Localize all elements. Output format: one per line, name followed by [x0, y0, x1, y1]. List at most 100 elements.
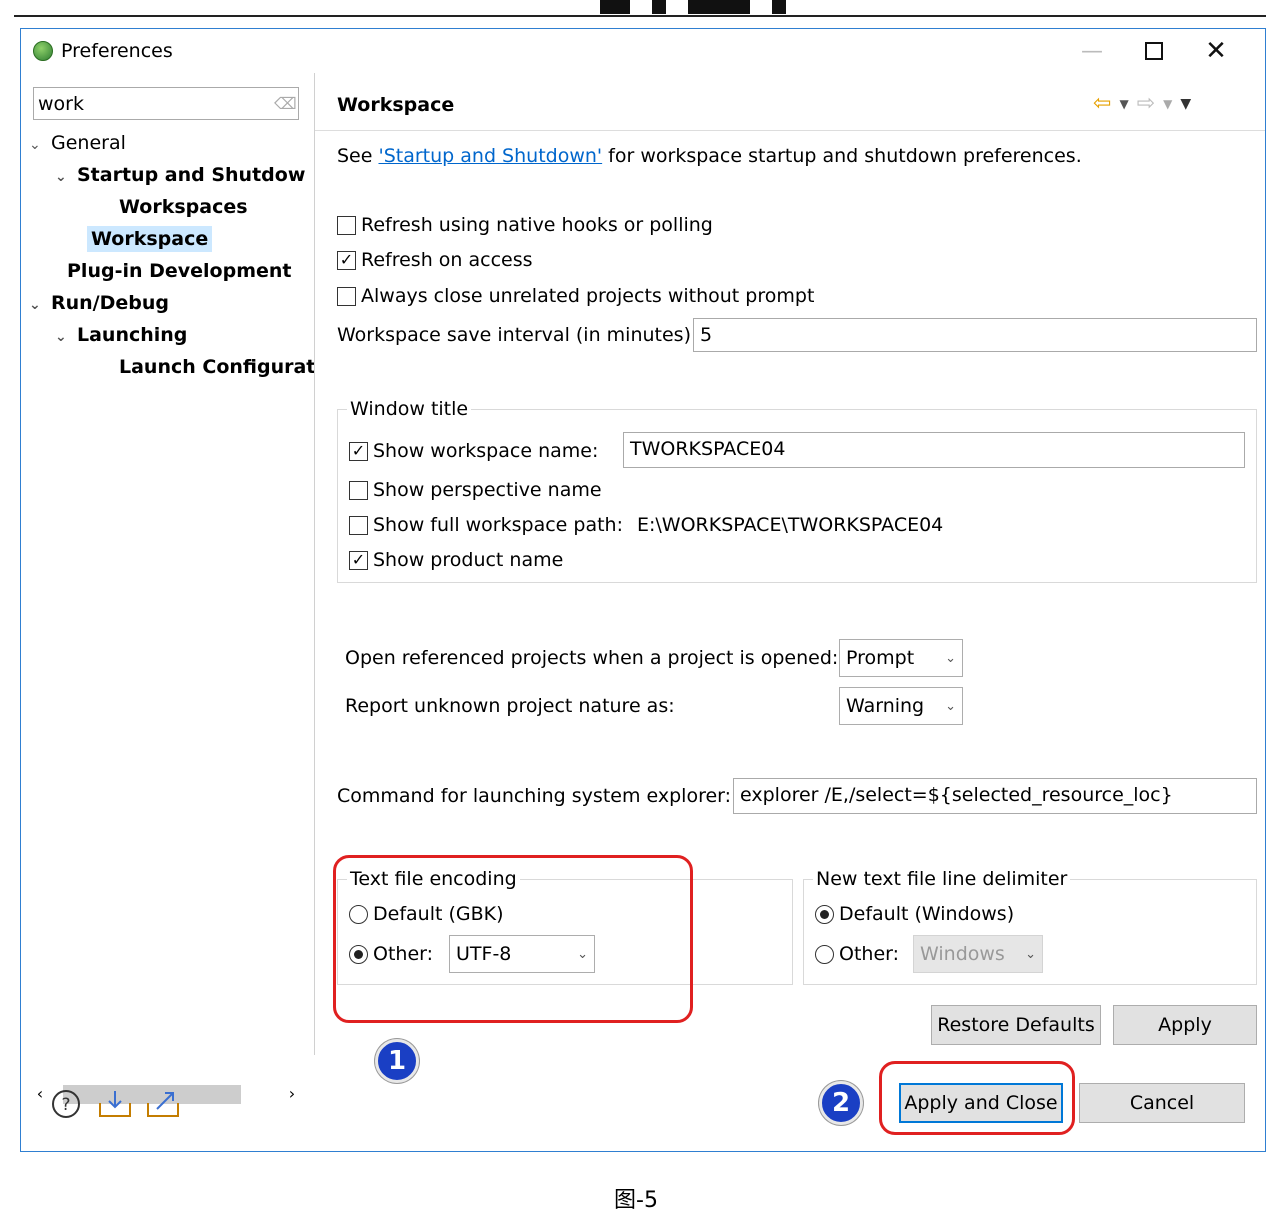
- help-icon[interactable]: ?: [51, 1089, 81, 1119]
- dialog-footer: ? Apply and Close Cancel: [21, 1055, 1265, 1151]
- delimiter-default-radio[interactable]: Default (Windows): [815, 903, 1014, 925]
- chevron-down-icon: ⌄: [945, 650, 956, 666]
- tree-label: Launch Configurat: [119, 356, 316, 378]
- apply-button[interactable]: Apply: [1113, 1005, 1257, 1045]
- workspace-preference-page: Workspace ⇦ ▼ ⇨ ▼ ▼ See 'Startup and Shu…: [315, 73, 1265, 1055]
- checkbox-box[interactable]: [337, 286, 356, 306]
- radio-circle[interactable]: [815, 904, 834, 924]
- checkbox-box[interactable]: [349, 515, 368, 535]
- checkbox-box[interactable]: ✓: [349, 550, 368, 570]
- tree-label: Plug-in Development: [67, 260, 292, 282]
- filter-field[interactable]: ⌫: [33, 87, 299, 120]
- line-delimiter-group-label: New text file line delimiter: [813, 868, 1071, 890]
- show-perspective-checkbox[interactable]: Show perspective name: [349, 479, 602, 501]
- view-menu-icon[interactable]: ▼: [1180, 96, 1191, 112]
- checkbox-box[interactable]: ✓: [337, 250, 356, 270]
- apply-close-highlight: [879, 1061, 1075, 1135]
- checkbox-label: Always close unrelated projects without …: [361, 285, 815, 307]
- select-value: Windows: [920, 943, 1005, 965]
- radio-label: Default (Windows): [839, 903, 1015, 925]
- close-unrelated-checkbox[interactable]: Always close unrelated projects without …: [337, 285, 814, 307]
- step-badge-2: 2: [819, 1081, 863, 1125]
- select-value: Prompt: [846, 647, 915, 669]
- show-workspace-name-checkbox[interactable]: ✓ Show workspace name:: [349, 440, 598, 462]
- chevron-down-icon: ⌄: [29, 137, 41, 153]
- open-referenced-label: Open referenced projects when a project …: [345, 647, 839, 669]
- intro-text: See 'Startup and Shutdown' for workspace…: [337, 145, 1082, 167]
- export-icon[interactable]: [145, 1089, 181, 1119]
- checkbox-box[interactable]: ✓: [349, 441, 368, 461]
- delimiter-other-radio[interactable]: Other:: [815, 943, 899, 965]
- svg-text:?: ?: [61, 1095, 70, 1115]
- show-product-checkbox[interactable]: ✓ Show product name: [349, 549, 563, 571]
- chevron-down-icon: ⌄: [945, 698, 956, 714]
- forward-arrow-icon[interactable]: ⇨: [1137, 91, 1155, 116]
- top-divider: [14, 15, 1266, 17]
- page-header: Workspace ⇦ ▼ ⇨ ▼ ▼: [315, 73, 1265, 131]
- checkbox-label: Show full workspace path:: [373, 514, 623, 536]
- checkbox-box[interactable]: [349, 480, 368, 500]
- preference-tree-pane: ⌫ ⌄ General ⌄ Startup and Shutdow Workspac…: [21, 73, 315, 1104]
- select-value: Warning: [846, 695, 925, 717]
- clear-filter-icon[interactable]: ⌫: [274, 94, 297, 113]
- title-bar: Preferences — ✕: [21, 29, 1265, 73]
- restore-defaults-button[interactable]: Restore Defaults: [931, 1005, 1101, 1045]
- window-title: Preferences: [61, 40, 173, 62]
- tree-item-run-debug[interactable]: ⌄ Run/Debug: [29, 290, 169, 318]
- back-dropdown-icon[interactable]: ▼: [1119, 97, 1128, 111]
- window-title-group-label: Window title: [347, 398, 472, 420]
- tree-item-launch-configurations[interactable]: Launch Configurat: [119, 354, 315, 380]
- chevron-down-icon: ⌄: [55, 329, 67, 345]
- refresh-native-checkbox[interactable]: Refresh using native hooks or polling: [337, 214, 713, 236]
- preferences-window: Preferences — ✕ ⌫ ⌄ General ⌄ Startup and …: [20, 28, 1266, 1152]
- open-referenced-select[interactable]: Prompt ⌄: [839, 639, 963, 677]
- delimiter-select[interactable]: Windows ⌄: [913, 935, 1043, 973]
- import-icon[interactable]: [97, 1089, 133, 1119]
- cancel-button[interactable]: Cancel: [1079, 1083, 1245, 1123]
- chevron-down-icon: ⌄: [29, 297, 41, 313]
- history-nav: ⇦ ▼ ⇨ ▼ ▼: [1093, 91, 1191, 116]
- tree-label: Run/Debug: [51, 292, 170, 314]
- filter-input[interactable]: [38, 91, 258, 117]
- maximize-icon: [1145, 42, 1163, 60]
- save-interval-input[interactable]: 5: [693, 318, 1257, 352]
- report-nature-label: Report unknown project nature as:: [345, 695, 675, 717]
- cropped-header-fragment: [600, 0, 786, 14]
- checkbox-label: Show product name: [373, 549, 564, 571]
- report-nature-select[interactable]: Warning ⌄: [839, 687, 963, 725]
- tree-item-workspaces[interactable]: Workspaces: [119, 194, 248, 220]
- back-arrow-icon[interactable]: ⇦: [1093, 91, 1111, 116]
- tree-label: Launching: [77, 324, 188, 346]
- tree-item-launching[interactable]: ⌄ Launching: [55, 322, 187, 350]
- tree-item-plugin-development[interactable]: Plug-in Development: [67, 258, 292, 284]
- page-title: Workspace: [337, 94, 455, 116]
- checkbox-label: Show perspective name: [373, 479, 602, 501]
- checkbox-label: Show workspace name:: [373, 440, 599, 462]
- explorer-command-label: Command for launching system explorer:: [337, 785, 732, 807]
- checkbox-label: Refresh using native hooks or polling: [361, 214, 713, 236]
- save-interval-label: Workspace save interval (in minutes):: [337, 324, 698, 346]
- intro-suffix: for workspace startup and shutdown prefe…: [602, 145, 1082, 167]
- refresh-access-checkbox[interactable]: ✓ Refresh on access: [337, 249, 533, 271]
- full-path-value: E:\WORKSPACE\TWORKSPACE04: [637, 514, 944, 536]
- forward-dropdown-icon[interactable]: ▼: [1163, 97, 1172, 111]
- startup-shutdown-link[interactable]: 'Startup and Shutdown': [378, 145, 602, 167]
- workspace-name-input[interactable]: TWORKSPACE04: [623, 432, 1245, 468]
- checkbox-box[interactable]: [337, 215, 356, 235]
- radio-label: Other:: [839, 943, 900, 965]
- eclipse-app-icon: [33, 41, 53, 61]
- tree-item-workspace-selected[interactable]: Workspace: [87, 226, 213, 252]
- show-full-path-checkbox[interactable]: Show full workspace path:: [349, 514, 623, 536]
- minimize-button[interactable]: —: [1063, 29, 1121, 73]
- radio-circle[interactable]: [815, 944, 834, 964]
- explorer-command-input[interactable]: explorer /E,/select=${selected_resource_…: [733, 778, 1257, 814]
- tree-item-general[interactable]: ⌄ General: [29, 130, 126, 158]
- tree-item-startup-shutdown[interactable]: ⌄ Startup and Shutdow: [55, 162, 305, 190]
- step-badge-1: 1: [375, 1039, 419, 1083]
- tree-label: Startup and Shutdow: [77, 164, 306, 186]
- maximize-button[interactable]: [1125, 29, 1183, 73]
- chevron-down-icon: ⌄: [55, 169, 67, 185]
- encoding-highlight: [333, 855, 693, 1023]
- close-button[interactable]: ✕: [1187, 29, 1245, 73]
- tree-label: Workspace: [91, 228, 209, 250]
